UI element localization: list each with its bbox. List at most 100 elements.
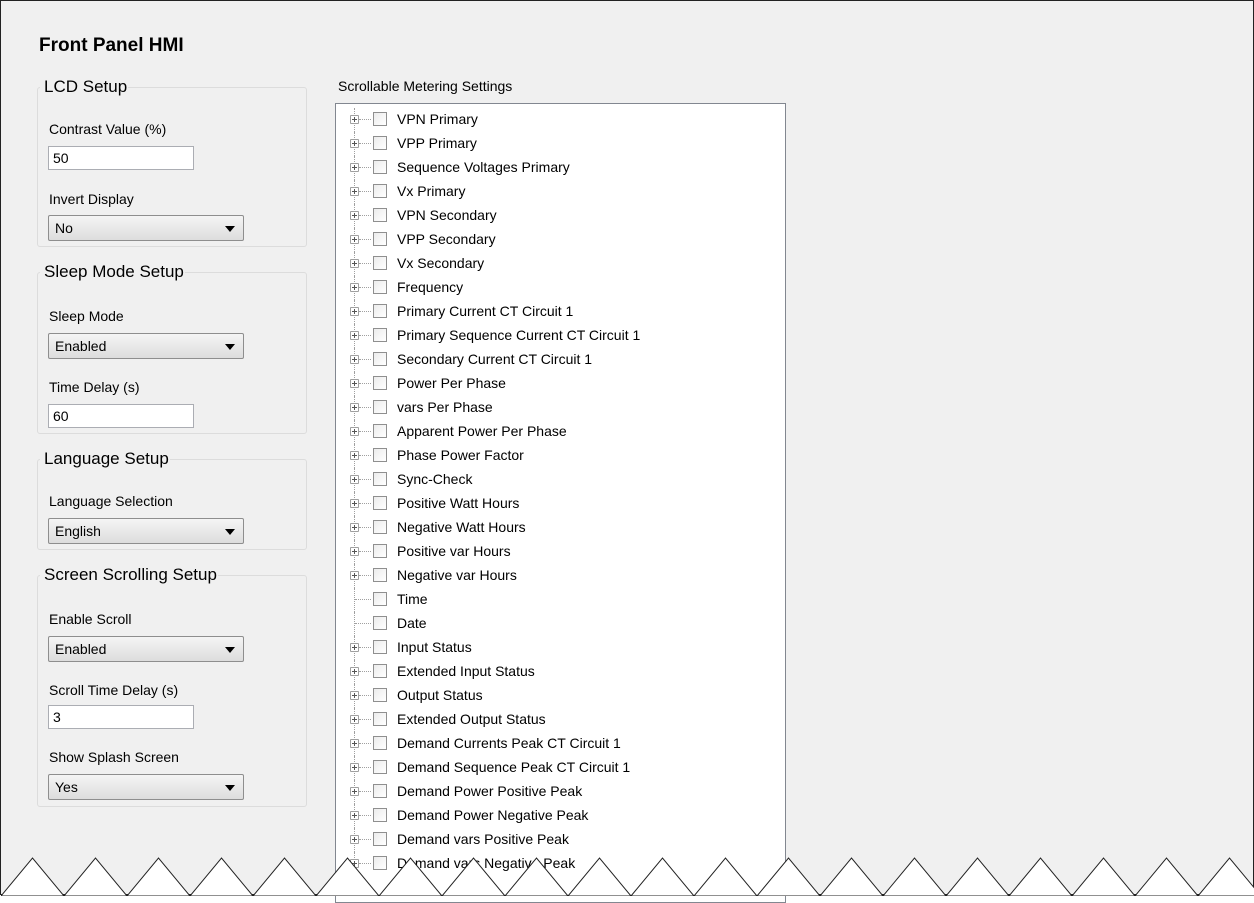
tree-checkbox[interactable] [373,664,387,678]
expand-icon[interactable] [350,211,359,220]
tree-row[interactable]: Demand Power Positive Peak [336,780,776,804]
tree-row[interactable]: Demand vars Positive Peak [336,828,776,852]
tree-checkbox[interactable] [373,400,387,414]
tree-row[interactable]: Sync-Check [336,468,776,492]
tree-row[interactable]: VPN Primary [336,108,776,132]
tree-checkbox[interactable] [373,616,387,630]
tree-checkbox[interactable] [373,568,387,582]
tree-row[interactable]: Positive var Hours [336,540,776,564]
expand-icon[interactable] [350,811,359,820]
expand-icon[interactable] [350,331,359,340]
enable-scroll-select[interactable]: Enabled [48,636,244,662]
tree-row[interactable]: Input Status [336,636,776,660]
tree-checkbox[interactable] [373,832,387,846]
tree-checkbox[interactable] [373,760,387,774]
tree-row[interactable]: Vx Primary [336,180,776,204]
tree-checkbox[interactable] [373,304,387,318]
tree-row[interactable]: Positive Watt Hours [336,492,776,516]
tree-row[interactable]: Demand Power Negative Peak [336,804,776,828]
show-splash-select[interactable]: Yes [48,774,244,800]
tree-row[interactable]: VPN Secondary [336,204,776,228]
tree-row[interactable]: Negative var Hours [336,564,776,588]
tree-checkbox[interactable] [373,448,387,462]
sleep-mode-select[interactable]: Enabled [48,333,244,359]
tree-row[interactable]: Date [336,612,776,636]
tree-checkbox[interactable] [373,208,387,222]
expand-icon[interactable] [350,139,359,148]
language-select[interactable]: English [48,518,244,544]
tree-row[interactable]: vars Per Phase [336,396,776,420]
tree-checkbox[interactable] [373,232,387,246]
expand-icon[interactable] [350,691,359,700]
expand-icon[interactable] [350,667,359,676]
expand-icon[interactable] [350,307,359,316]
tree-row[interactable]: Vx Secondary [336,252,776,276]
expand-icon[interactable] [350,715,359,724]
tree-checkbox[interactable] [373,544,387,558]
tree-row[interactable]: Output Status [336,684,776,708]
expand-icon[interactable] [350,163,359,172]
tree-row[interactable]: Extended Input Status [336,660,776,684]
time-delay-input[interactable]: 60 [48,404,194,428]
metering-tree[interactable]: VPN Primary VPP Primary Sequence Voltages … [335,103,786,903]
scroll-time-delay-input[interactable]: 3 [48,705,194,729]
tree-row[interactable]: Frequency [336,276,776,300]
tree-row[interactable]: VPP Secondary [336,228,776,252]
expand-icon[interactable] [350,739,359,748]
tree-checkbox[interactable] [373,352,387,366]
tree-row[interactable]: Demand Currents Peak CT Circuit 1 [336,732,776,756]
expand-icon[interactable] [350,115,359,124]
tree-row[interactable]: Demand Sequence Peak CT Circuit 1 [336,756,776,780]
tree-checkbox[interactable] [373,712,387,726]
expand-icon[interactable] [350,547,359,556]
expand-icon[interactable] [350,259,359,268]
tree-checkbox[interactable] [373,112,387,126]
tree-checkbox[interactable] [373,424,387,438]
tree-row[interactable]: Phase Power Factor [336,444,776,468]
expand-icon[interactable] [350,451,359,460]
invert-display-select[interactable]: No [48,215,244,241]
expand-icon[interactable] [350,235,359,244]
contrast-input[interactable]: 50 [48,146,194,170]
tree-checkbox[interactable] [373,472,387,486]
tree-row[interactable]: Power Per Phase [336,372,776,396]
tree-row[interactable]: Sequence Voltages Primary [336,156,776,180]
expand-icon[interactable] [350,499,359,508]
tree-row[interactable]: Extended Output Status [336,708,776,732]
tree-checkbox[interactable] [373,736,387,750]
tree-checkbox[interactable] [373,160,387,174]
tree-checkbox[interactable] [373,376,387,390]
expand-icon[interactable] [350,427,359,436]
expand-icon[interactable] [350,355,359,364]
tree-row[interactable]: Negative Watt Hours [336,516,776,540]
tree-checkbox[interactable] [373,256,387,270]
expand-icon[interactable] [350,475,359,484]
expand-icon[interactable] [350,787,359,796]
expand-icon[interactable] [350,835,359,844]
expand-icon[interactable] [350,643,359,652]
tree-checkbox[interactable] [373,784,387,798]
tree-checkbox[interactable] [373,136,387,150]
expand-icon[interactable] [350,379,359,388]
tree-checkbox[interactable] [373,328,387,342]
tree-row[interactable]: Primary Current CT Circuit 1 [336,300,776,324]
expand-icon[interactable] [350,763,359,772]
tree-checkbox[interactable] [373,688,387,702]
tree-checkbox[interactable] [373,184,387,198]
expand-icon[interactable] [350,403,359,412]
tree-checkbox[interactable] [373,640,387,654]
tree-checkbox[interactable] [373,280,387,294]
expand-icon[interactable] [350,283,359,292]
tree-row[interactable]: Time [336,588,776,612]
tree-row[interactable]: Apparent Power Per Phase [336,420,776,444]
tree-checkbox[interactable] [373,496,387,510]
tree-checkbox[interactable] [373,808,387,822]
expand-icon[interactable] [350,523,359,532]
tree-row[interactable]: Secondary Current CT Circuit 1 [336,348,776,372]
expand-icon[interactable] [350,571,359,580]
tree-checkbox[interactable] [373,520,387,534]
tree-row[interactable]: VPP Primary [336,132,776,156]
tree-row[interactable]: Primary Sequence Current CT Circuit 1 [336,324,776,348]
expand-icon[interactable] [350,187,359,196]
tree-checkbox[interactable] [373,592,387,606]
